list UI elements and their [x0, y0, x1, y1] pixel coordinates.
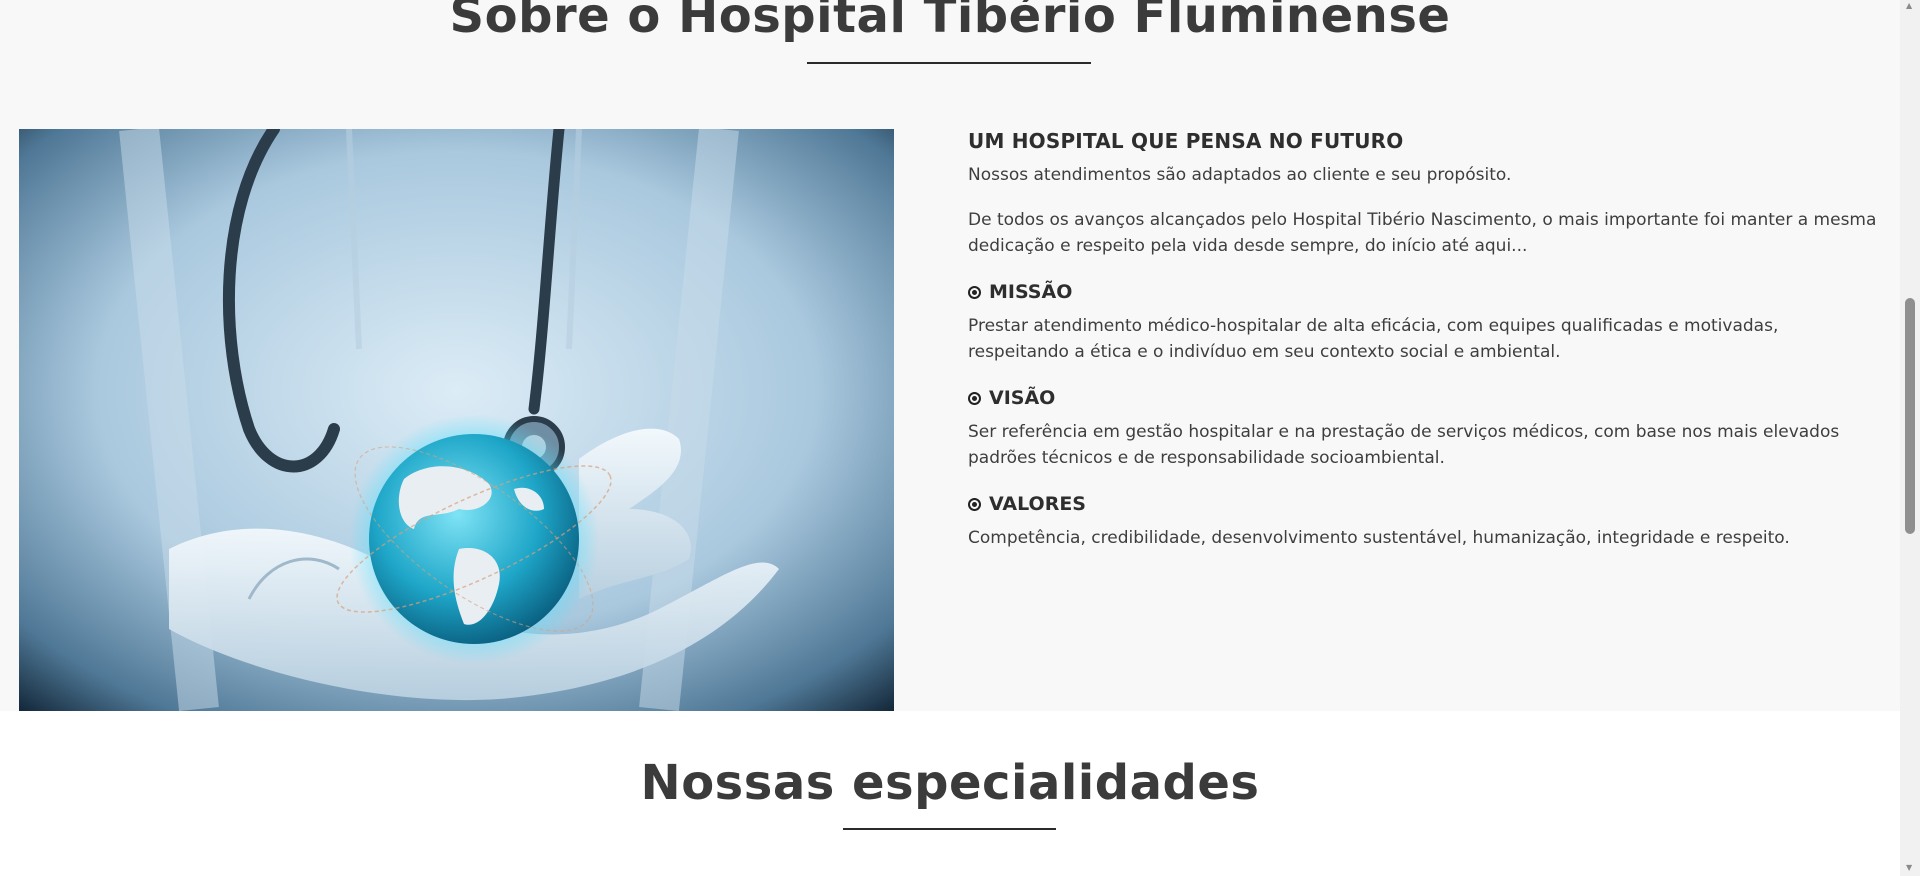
scroll-up-arrow-icon[interactable]: ▲	[1906, 2, 1912, 10]
mission-title: MISSÃO	[989, 281, 1073, 303]
vision-heading: VISÃO	[968, 385, 1878, 411]
scroll-down-arrow-icon[interactable]: ▼	[1906, 864, 1912, 872]
scrollbar-thumb[interactable]	[1905, 298, 1915, 534]
specialties-section: Nossas especialidades	[0, 711, 1900, 876]
about-section: Sobre o Hospital Tibério Fluminense UM H…	[0, 0, 1900, 711]
doctor-holding-globe-image	[19, 129, 894, 711]
about-text-column: UM HOSPITAL QUE PENSA NO FUTURO Nossos a…	[968, 128, 1878, 571]
about-title-underline	[807, 62, 1091, 64]
radio-bullet-icon	[968, 497, 981, 511]
specialties-title: Nossas especialidades	[640, 755, 1260, 811]
radio-bullet-icon	[968, 285, 981, 299]
values-title: VALORES	[989, 493, 1086, 515]
values-text: Competência, credibilidade, desenvolvime…	[968, 528, 1790, 548]
radio-bullet-icon	[968, 391, 981, 405]
about-heading: UM HOSPITAL QUE PENSA NO FUTURO	[968, 129, 1404, 153]
vision-title: VISÃO	[989, 387, 1056, 409]
about-intro: Nossos atendimentos são adaptados ao cli…	[968, 165, 1512, 185]
mission-heading: MISSÃO	[968, 279, 1878, 305]
about-paragraph: De todos os avanços alcançados pelo Hosp…	[968, 210, 1877, 256]
page-scrollbar[interactable]: ▲ ▼	[1900, 0, 1920, 876]
values-heading: VALORES	[968, 491, 1878, 517]
specialties-title-underline	[843, 828, 1056, 830]
vision-text: Ser referência em gestão hospitalar e na…	[968, 422, 1840, 468]
about-title: Sobre o Hospital Tibério Fluminense	[449, 0, 1451, 44]
mission-text: Prestar atendimento médico-hospitalar de…	[968, 316, 1779, 362]
